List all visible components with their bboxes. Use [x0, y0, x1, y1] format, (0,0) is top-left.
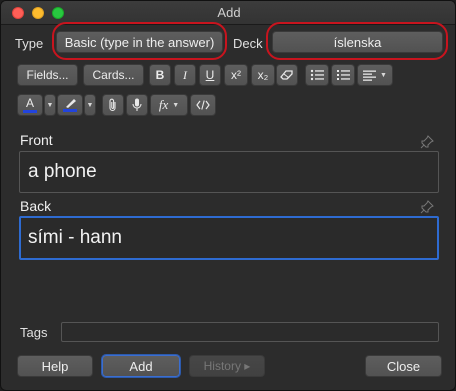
- clear-formatting-button[interactable]: [276, 64, 298, 86]
- function-dropdown[interactable]: fx ▼: [150, 94, 188, 116]
- align-left-icon: [363, 70, 377, 81]
- add-note-window: Add Type Basic (type in the answer) Deck…: [0, 0, 456, 391]
- note-type-highlight: [52, 22, 227, 60]
- deck-label: Deck: [233, 36, 263, 51]
- chevron-down-icon: ▼: [86, 101, 94, 109]
- history-button[interactable]: History ▸: [189, 355, 265, 377]
- front-field-editor[interactable]: a phone: [19, 151, 439, 193]
- highlight-color-dropdown[interactable]: ▼: [84, 94, 96, 116]
- fields-button[interactable]: Fields...: [17, 64, 78, 86]
- text-color-dropdown[interactable]: ▼: [44, 94, 56, 116]
- help-button[interactable]: Help: [17, 355, 93, 377]
- numbered-list-icon: [337, 70, 350, 80]
- bullet-list-button[interactable]: [305, 64, 329, 86]
- attach-button[interactable]: [102, 94, 124, 116]
- bullet-list-icon: [310, 69, 324, 81]
- field-label-back: Back: [20, 198, 52, 214]
- close-button[interactable]: Close: [365, 355, 442, 377]
- tags-input[interactable]: [61, 322, 439, 342]
- pin-icon[interactable]: [420, 200, 434, 214]
- html-editor-button[interactable]: [190, 94, 216, 116]
- deck-highlight: [266, 22, 448, 60]
- text-color-label: A: [25, 96, 34, 110]
- paperclip-icon: [109, 98, 116, 112]
- microphone-icon: [132, 98, 142, 111]
- window-title: Add: [217, 5, 241, 20]
- text-color-swatch: [23, 110, 37, 113]
- back-field-editor[interactable]: sími - hann: [19, 216, 439, 260]
- text-color-button[interactable]: A: [17, 94, 43, 116]
- highlighter-icon: [65, 99, 76, 108]
- italic-button[interactable]: I: [174, 64, 196, 86]
- bold-button[interactable]: B: [149, 64, 171, 86]
- field-label-front: Front: [20, 132, 53, 148]
- superscript-button[interactable]: x²: [224, 64, 248, 86]
- chevron-down-icon: ▼: [380, 71, 387, 79]
- record-audio-button[interactable]: [126, 94, 148, 116]
- chevron-down-icon: ▼: [46, 101, 54, 109]
- cards-button[interactable]: Cards...: [83, 64, 144, 86]
- function-icon: fx: [158, 97, 169, 112]
- alignment-dropdown[interactable]: ▼: [357, 64, 393, 86]
- numbered-list-button[interactable]: [331, 64, 355, 86]
- highlight-color-swatch: [63, 109, 77, 112]
- subscript-button[interactable]: x₂: [251, 64, 275, 86]
- tags-label: Tags: [20, 325, 48, 340]
- underline-button[interactable]: U: [199, 64, 221, 86]
- pin-icon[interactable]: [420, 135, 434, 149]
- type-label: Type: [15, 36, 44, 51]
- code-icon: [196, 100, 210, 110]
- eraser-icon: [280, 70, 293, 80]
- highlight-color-button[interactable]: [57, 94, 83, 116]
- chevron-down-icon: ▼: [172, 101, 180, 109]
- add-button[interactable]: Add: [102, 355, 180, 377]
